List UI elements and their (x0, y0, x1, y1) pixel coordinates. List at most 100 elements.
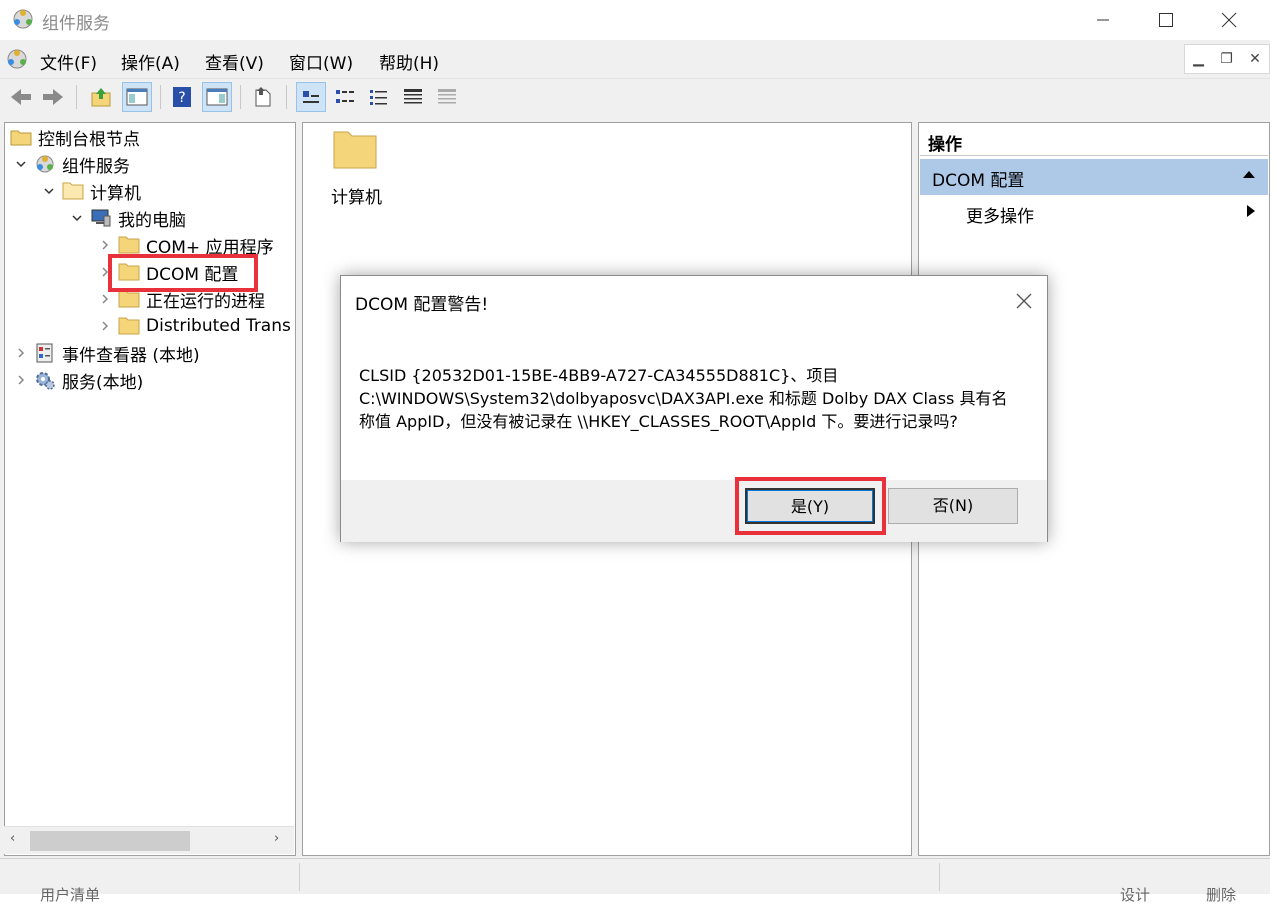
minimize-button[interactable] (1072, 0, 1134, 40)
help-button[interactable]: ? (167, 82, 197, 112)
dialog-title: DCOM 配置警告! (355, 295, 489, 315)
tree-item-distributed[interactable]: Distributed Trans (98, 313, 294, 339)
tree-item-event-viewer[interactable]: 事件查看器 (本地) (14, 340, 200, 366)
dcom-config-highlight (108, 254, 258, 292)
toolbar-separator (160, 85, 161, 109)
component-services-window: 组件服务 文件(F) 操作(A) 查看(V) 窗口(W) 帮助(H) ▁ ❐ ✕ (0, 0, 1276, 904)
event-viewer-icon (36, 343, 53, 363)
toolbar-separator (240, 85, 241, 109)
menu-view[interactable]: 查看(V) (205, 49, 264, 74)
component-services-icon (13, 9, 33, 29)
menu-file[interactable]: 文件(F) (40, 49, 97, 74)
back-icon (11, 89, 31, 105)
show-action-pane-icon (206, 88, 228, 106)
mdi-controls: ▁ ❐ ✕ (1184, 44, 1270, 74)
chevron-down-icon[interactable] (70, 211, 84, 225)
close-icon[interactable] (1013, 290, 1035, 312)
small-icons-view-button[interactable] (330, 82, 360, 112)
menu-bar: 文件(F) 操作(A) 查看(V) 窗口(W) 帮助(H) (0, 42, 1184, 78)
computer-icon (91, 209, 111, 227)
folder-icon (118, 290, 140, 308)
tree-item-label: 我的电脑 (118, 210, 186, 231)
status-view-button[interactable] (432, 82, 462, 112)
computers-item-label[interactable]: 计算机 (331, 183, 382, 208)
status-bar (0, 858, 1270, 894)
window-edge (1270, 0, 1276, 894)
menu-help[interactable]: 帮助(H) (379, 49, 439, 74)
scroll-right-icon[interactable]: › (274, 831, 279, 846)
show-tree-button[interactable] (122, 82, 152, 112)
tree-item-root[interactable]: 控制台根节点 (10, 124, 140, 150)
status-view-icon (438, 89, 456, 104)
mdi-restore-icon[interactable]: ❐ (1220, 51, 1233, 67)
tree-item-label: 服务(本地) (62, 372, 144, 393)
tree-item-computers[interactable]: 计算机 (42, 178, 141, 204)
mdi-minimize-icon[interactable]: ▁ (1193, 51, 1204, 67)
menu-window[interactable]: 窗口(W) (289, 49, 353, 74)
collapse-icon[interactable] (1242, 169, 1256, 179)
large-icons-view-button[interactable] (296, 82, 326, 112)
title-bar: 组件服务 (0, 0, 1276, 40)
export-button[interactable] (248, 82, 278, 112)
chevron-right-icon[interactable] (98, 238, 112, 252)
folder-icon (62, 182, 84, 200)
chevron-right-icon[interactable] (98, 292, 112, 306)
system-menu-icon[interactable] (6, 48, 28, 70)
show-tree-icon (126, 88, 148, 106)
more-actions-item[interactable]: 更多操作 (966, 202, 1034, 227)
folder-icon (10, 130, 32, 146)
tree-item-component-services[interactable]: 组件服务 (14, 151, 130, 177)
dialog-message: CLSID {20532D01-15BE-4BB9-A727-CA34555D8… (359, 364, 1019, 433)
action-section-dcom[interactable]: DCOM 配置 (920, 159, 1268, 195)
mdi-close-icon[interactable]: ✕ (1249, 51, 1261, 67)
tree-horizontal-scrollbar[interactable]: ‹ › (4, 826, 294, 854)
scroll-thumb[interactable] (30, 831, 190, 851)
yes-button-highlight (735, 477, 886, 535)
gear-icon (36, 372, 55, 390)
show-action-pane-button[interactable] (202, 82, 232, 112)
dialog-message-line: C:\WINDOWS\System32\dolbyaposvc\DAX3API.… (359, 389, 1008, 408)
up-folder-icon (91, 88, 111, 107)
taskbar-ghost-text: 用户清单 (40, 886, 101, 904)
back-button[interactable] (6, 82, 36, 112)
tree-item-services[interactable]: 服务(本地) (14, 367, 143, 393)
close-button[interactable] (1198, 0, 1260, 40)
dialog-message-line: 称值 AppID，但没有被记录在 \\HKEY_CLASSES_ROOT\App… (359, 412, 958, 431)
detail-view-icon (404, 89, 422, 104)
maximize-button[interactable] (1135, 0, 1197, 40)
chevron-right-icon[interactable] (14, 346, 28, 360)
menu-action[interactable]: 操作(A) (121, 49, 180, 74)
detail-view-button[interactable] (398, 82, 428, 112)
up-button[interactable] (86, 82, 116, 112)
action-section-label: DCOM 配置 (932, 171, 1025, 191)
taskbar-ghost-text: 设计 (1120, 886, 1151, 904)
status-segment (300, 863, 940, 891)
component-services-icon (36, 155, 54, 173)
action-pane-header: 操作 (920, 126, 1268, 156)
toolbar: ? (0, 78, 1270, 114)
minimize-icon (1097, 19, 1109, 21)
folder-icon[interactable] (332, 128, 378, 170)
forward-button[interactable] (38, 82, 68, 112)
forward-icon (43, 89, 63, 105)
tree-item-label: 组件服务 (62, 156, 130, 177)
tree-item-label: 事件查看器 (本地) (62, 345, 200, 366)
close-icon (1221, 12, 1237, 28)
submenu-arrow-icon[interactable] (1246, 204, 1256, 218)
list-view-button[interactable] (364, 82, 394, 112)
taskbar-ghost-text: 删除 (1206, 886, 1237, 904)
small-icons-view-icon (336, 90, 354, 103)
chevron-right-icon[interactable] (98, 319, 112, 333)
toolbar-separator (286, 85, 287, 109)
svg-text:?: ? (178, 90, 185, 106)
chevron-down-icon[interactable] (42, 184, 56, 198)
help-icon: ? (173, 87, 191, 107)
scroll-left-icon[interactable]: ‹ (10, 831, 15, 846)
no-button[interactable]: 否(N) (888, 488, 1018, 524)
window-title: 组件服务 (42, 14, 110, 34)
folder-icon (118, 236, 140, 254)
chevron-right-icon[interactable] (14, 373, 28, 387)
tree-item-my-computer[interactable]: 我的电脑 (70, 205, 186, 231)
folder-icon (118, 317, 140, 335)
chevron-down-icon[interactable] (14, 157, 28, 171)
